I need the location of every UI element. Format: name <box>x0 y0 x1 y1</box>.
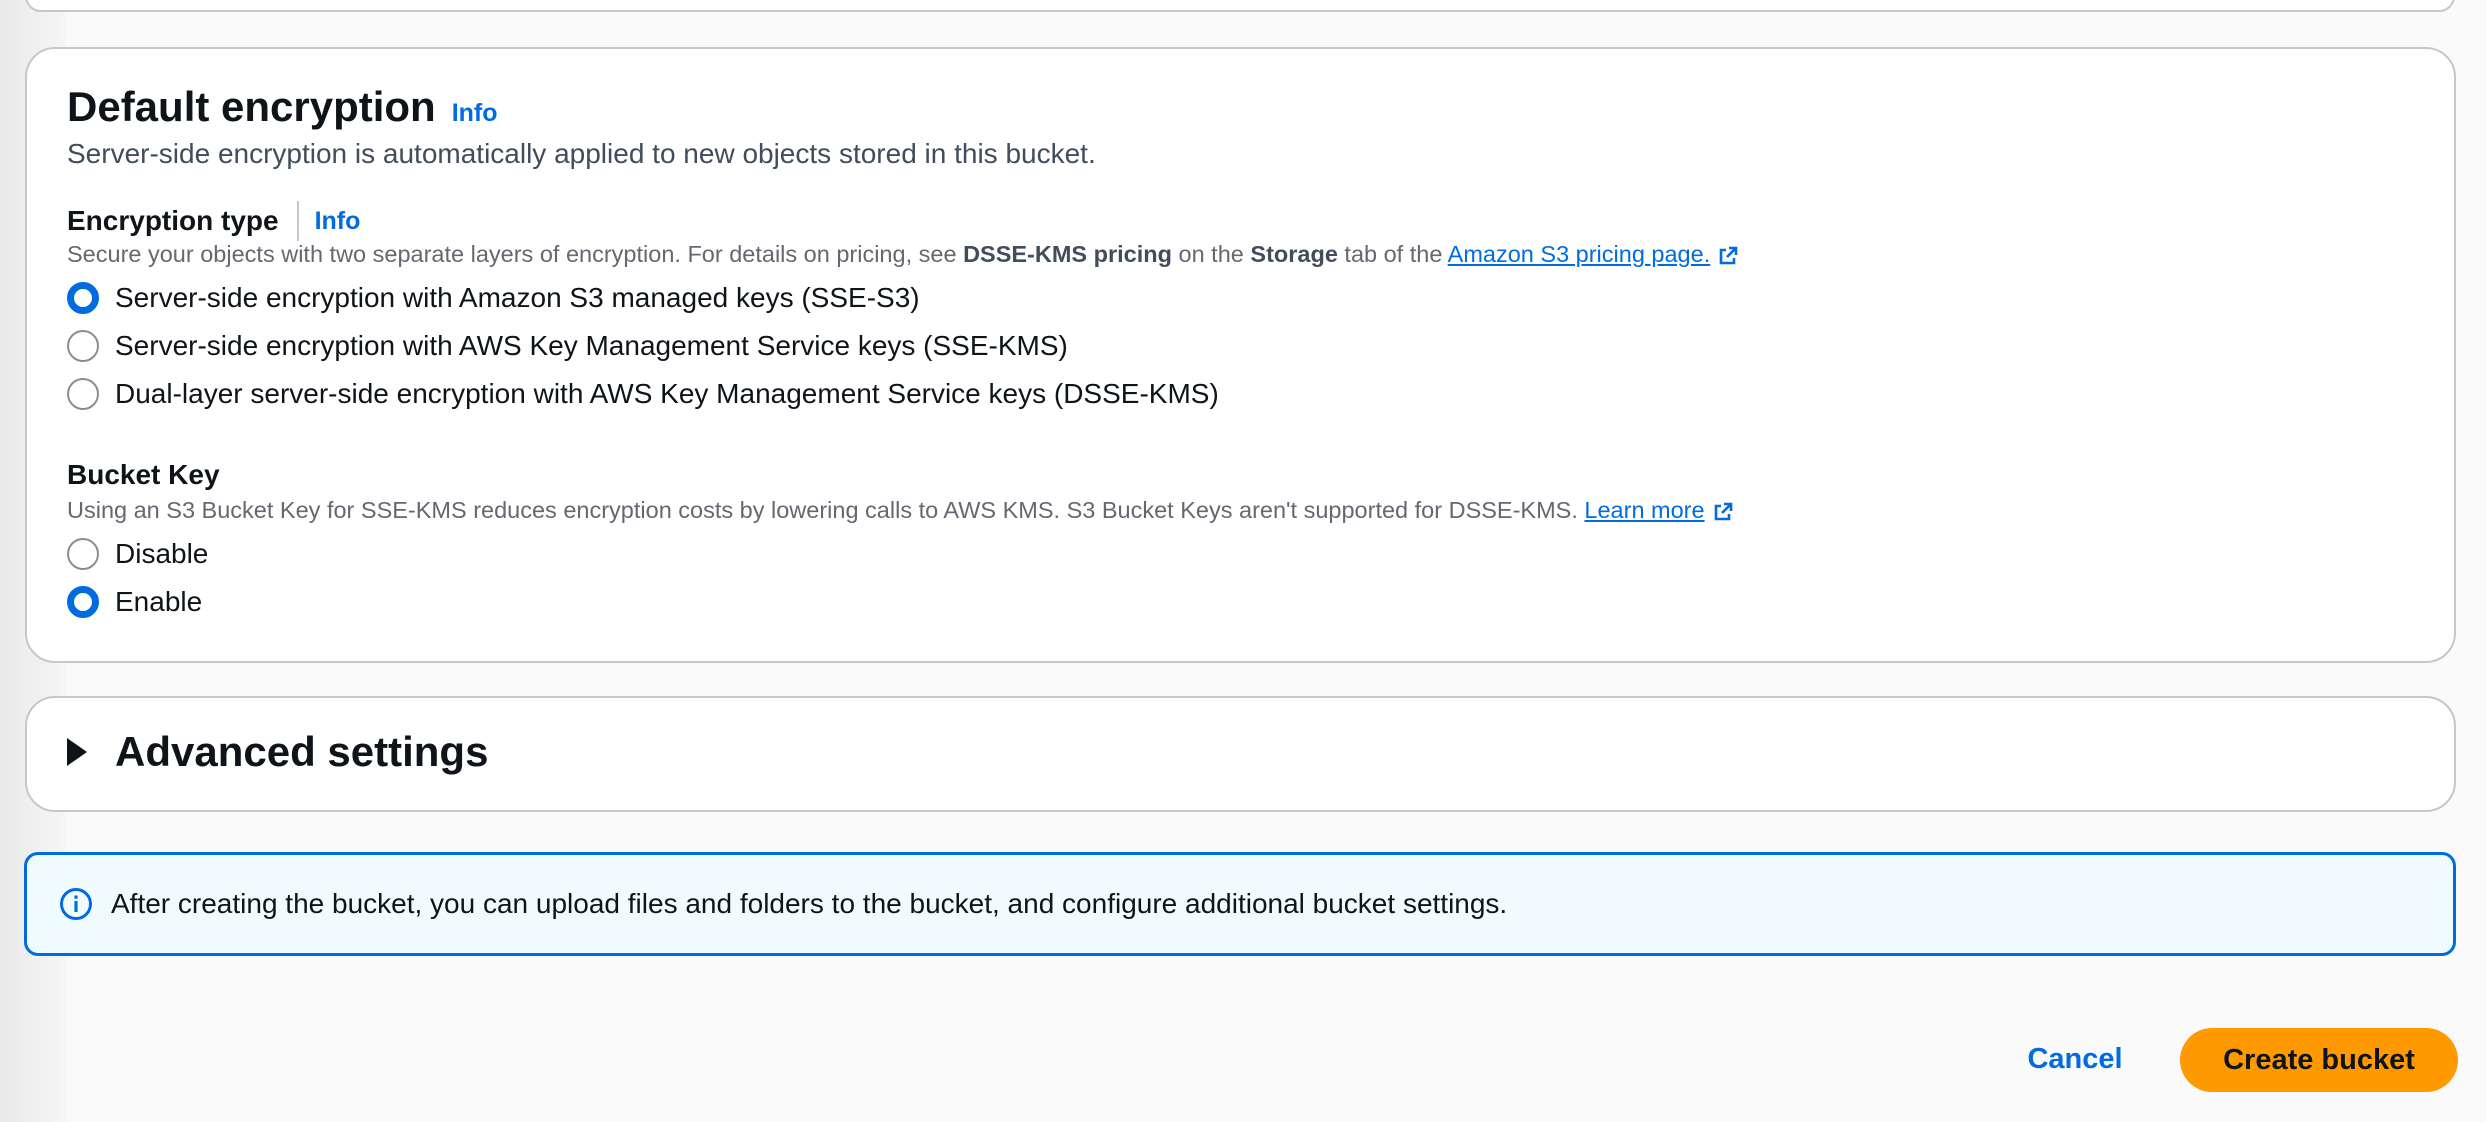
radio-label-disable: Disable <box>115 538 209 569</box>
radio-label-dsse-kms: Dual-layer server-side encryption with A… <box>115 378 1219 409</box>
radio-sse-s3[interactable] <box>67 282 99 314</box>
create-bucket-button[interactable]: Create bucket <box>2180 1028 2458 1092</box>
desc-bold-storage: Storage <box>1250 241 1338 267</box>
advanced-settings-title: Advanced settings <box>115 728 489 775</box>
default-encryption-header: Default encryption Info <box>67 83 498 131</box>
info-alert: After creating the bucket, you can uploa… <box>24 852 2456 956</box>
previous-panel-edge <box>25 0 2455 12</box>
bucket-key-desc-text: Using an S3 Bucket Key for SSE-KMS reduc… <box>67 497 1585 523</box>
info-alert-text: After creating the bucket, you can uploa… <box>111 888 1508 919</box>
encryption-type-label: Encryption type <box>67 205 279 236</box>
external-link-icon <box>1719 246 1738 265</box>
bucket-key-description: Using an S3 Bucket Key for SSE-KMS reduc… <box>67 497 1733 524</box>
encryption-option-sse-kms[interactable]: Server-side encryption with AWS Key Mana… <box>67 330 1068 362</box>
learn-more-text: Learn more <box>1584 497 1705 523</box>
default-encryption-panel: Default encryption Info Server-side encr… <box>25 47 2456 663</box>
desc-text: Secure your objects with two separate la… <box>67 241 964 267</box>
advanced-settings-panel: Advanced settings <box>25 696 2456 812</box>
encryption-option-sse-s3[interactable]: Server-side encryption with Amazon S3 ma… <box>67 282 920 314</box>
desc-bold-dsse-kms-pricing: DSSE-KMS pricing <box>963 241 1172 267</box>
radio-enable[interactable] <box>67 586 99 618</box>
bucket-key-option-enable[interactable]: Enable <box>67 586 202 618</box>
encryption-option-dsse-kms[interactable]: Dual-layer server-side encryption with A… <box>67 378 1219 410</box>
radio-label-sse-s3: Server-side encryption with Amazon S3 ma… <box>115 282 920 313</box>
bucket-key-label: Bucket Key <box>67 459 220 490</box>
s3-pricing-page-link[interactable]: Amazon S3 pricing page. <box>1448 241 1739 267</box>
s3-pricing-link-text: Amazon S3 pricing page. <box>1447 241 1711 267</box>
info-circle-icon <box>59 887 93 921</box>
desc-text: tab of the <box>1337 241 1448 267</box>
encryption-type-info-link[interactable]: Info <box>315 207 361 236</box>
radio-label-sse-kms: Server-side encryption with AWS Key Mana… <box>115 330 1068 361</box>
label-divider <box>296 201 299 241</box>
default-encryption-description: Server-side encryption is automatically … <box>67 138 1096 169</box>
radio-label-enable: Enable <box>115 586 203 617</box>
default-encryption-title: Default encryption <box>67 83 436 130</box>
default-encryption-info-link[interactable]: Info <box>452 99 498 128</box>
radio-sse-kms[interactable] <box>67 330 99 362</box>
radio-dsse-kms[interactable] <box>67 378 99 410</box>
advanced-settings-toggle[interactable]: Advanced settings <box>67 728 488 776</box>
learn-more-link[interactable]: Learn more <box>1584 497 1732 523</box>
radio-disable[interactable] <box>67 538 99 570</box>
encryption-type-label-row: Encryption type Info <box>67 201 360 241</box>
bucket-key-option-disable[interactable]: Disable <box>67 538 208 570</box>
caret-right-icon <box>67 738 87 766</box>
cancel-button[interactable]: Cancel <box>2010 1026 2140 1092</box>
external-link-icon <box>1714 502 1732 521</box>
desc-text: on the <box>1171 241 1251 267</box>
encryption-type-description: Secure your objects with two separate la… <box>67 241 1738 268</box>
